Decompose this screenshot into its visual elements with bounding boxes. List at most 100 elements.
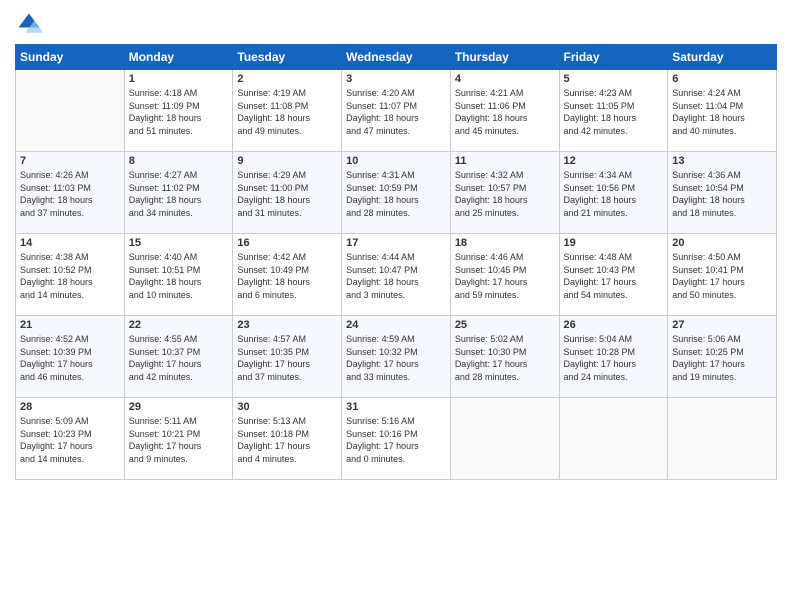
calendar-cell: 8 Sunrise: 4:27 AM Sunset: 11:02 PM Dayli… <box>124 152 233 234</box>
day-info: Sunrise: 4:48 AM Sunset: 10:43 PM Daylig… <box>564 251 664 301</box>
day-info: Sunrise: 4:36 AM Sunset: 10:54 PM Daylig… <box>672 169 772 219</box>
weekday-header-tuesday: Tuesday <box>233 45 342 70</box>
day-info: Sunrise: 4:26 AM Sunset: 11:03 PM Daylig… <box>20 169 120 219</box>
day-number: 14 <box>20 237 120 249</box>
day-info: Sunrise: 4:55 AM Sunset: 10:37 PM Daylig… <box>129 333 229 383</box>
calendar-cell: 4Sunrise: 4:21 AM Sunset: 11:06 PM Dayli… <box>450 70 559 152</box>
day-number: 29 <box>129 401 229 413</box>
day-number: 24 <box>346 319 446 331</box>
day-number: 30 <box>237 401 337 413</box>
page: SundayMondayTuesdayWednesdayThursdayFrid… <box>0 0 792 612</box>
day-number: 19 <box>564 237 664 249</box>
calendar-week-row: 14 Sunrise: 4:38 AM Sunset: 10:52 PM Dayl… <box>16 234 777 316</box>
day-number: 8 <box>129 155 229 167</box>
day-info: Sunrise: 4:42 AM Sunset: 10:49 PM Daylig… <box>237 251 337 301</box>
calendar-cell: 13 Sunrise: 4:36 AM Sunset: 10:54 PM Dayl… <box>668 152 777 234</box>
day-info: Sunrise: 4:23 AM Sunset: 11:05 PM Daylig… <box>564 87 664 137</box>
calendar-cell: 19 Sunrise: 4:48 AM Sunset: 10:43 PM Dayl… <box>559 234 668 316</box>
day-info: Sunrise: 4:24 AM Sunset: 11:04 PM Daylig… <box>672 87 772 137</box>
day-number: 17 <box>346 237 446 249</box>
logo-icon <box>15 10 43 38</box>
day-info: Sunrise: 5:04 AM Sunset: 10:28 PM Daylig… <box>564 333 664 383</box>
calendar-cell: 31Sunrise: 5:16 AM Sunset: 10:16 PM Dayl… <box>342 398 451 480</box>
calendar-cell <box>16 70 125 152</box>
calendar-cell: 2 Sunrise: 4:19 AM Sunset: 11:08 PM Dayli… <box>233 70 342 152</box>
day-number: 7 <box>20 155 120 167</box>
calendar-cell: 29 Sunrise: 5:11 AM Sunset: 10:21 PM Dayl… <box>124 398 233 480</box>
calendar-cell: 11 Sunrise: 4:32 AM Sunset: 10:57 PM Dayl… <box>450 152 559 234</box>
weekday-header-monday: Monday <box>124 45 233 70</box>
calendar-cell: 27Sunrise: 5:06 AM Sunset: 10:25 PM Dayl… <box>668 316 777 398</box>
calendar-cell: 7 Sunrise: 4:26 AM Sunset: 11:03 PM Dayli… <box>16 152 125 234</box>
calendar-week-row: 28 Sunrise: 5:09 AM Sunset: 10:23 PM Dayl… <box>16 398 777 480</box>
calendar-week-row: 1 Sunrise: 4:18 AM Sunset: 11:09 PM Dayli… <box>16 70 777 152</box>
calendar-week-row: 7 Sunrise: 4:26 AM Sunset: 11:03 PM Dayli… <box>16 152 777 234</box>
calendar-cell <box>559 398 668 480</box>
calendar-cell: 22 Sunrise: 4:55 AM Sunset: 10:37 PM Dayl… <box>124 316 233 398</box>
calendar-cell: 24Sunrise: 4:59 AM Sunset: 10:32 PM Dayl… <box>342 316 451 398</box>
calendar-cell: 16 Sunrise: 4:42 AM Sunset: 10:49 PM Dayl… <box>233 234 342 316</box>
logo <box>15 10 47 38</box>
day-number: 15 <box>129 237 229 249</box>
day-info: Sunrise: 4:19 AM Sunset: 11:08 PM Daylig… <box>237 87 337 137</box>
day-info: Sunrise: 4:29 AM Sunset: 11:00 PM Daylig… <box>237 169 337 219</box>
day-info: Sunrise: 5:02 AM Sunset: 10:30 PM Daylig… <box>455 333 555 383</box>
day-number: 23 <box>237 319 337 331</box>
day-info: Sunrise: 4:20 AM Sunset: 11:07 PM Daylig… <box>346 87 446 137</box>
day-number: 6 <box>672 73 772 85</box>
day-number: 16 <box>237 237 337 249</box>
weekday-header-row: SundayMondayTuesdayWednesdayThursdayFrid… <box>16 45 777 70</box>
calendar-cell: 18Sunrise: 4:46 AM Sunset: 10:45 PM Dayl… <box>450 234 559 316</box>
day-number: 1 <box>129 73 229 85</box>
calendar-cell: 3Sunrise: 4:20 AM Sunset: 11:07 PM Dayli… <box>342 70 451 152</box>
day-number: 11 <box>455 155 555 167</box>
weekday-header-saturday: Saturday <box>668 45 777 70</box>
day-number: 10 <box>346 155 446 167</box>
day-number: 21 <box>20 319 120 331</box>
day-number: 28 <box>20 401 120 413</box>
calendar-cell: 10 Sunrise: 4:31 AM Sunset: 10:59 PM Dayl… <box>342 152 451 234</box>
weekday-header-friday: Friday <box>559 45 668 70</box>
day-info: Sunrise: 4:27 AM Sunset: 11:02 PM Daylig… <box>129 169 229 219</box>
day-number: 13 <box>672 155 772 167</box>
day-number: 12 <box>564 155 664 167</box>
calendar-cell: 30 Sunrise: 5:13 AM Sunset: 10:18 PM Dayl… <box>233 398 342 480</box>
calendar-cell: 9Sunrise: 4:29 AM Sunset: 11:00 PM Dayli… <box>233 152 342 234</box>
day-info: Sunrise: 4:34 AM Sunset: 10:56 PM Daylig… <box>564 169 664 219</box>
day-number: 18 <box>455 237 555 249</box>
day-info: Sunrise: 4:18 AM Sunset: 11:09 PM Daylig… <box>129 87 229 137</box>
day-info: Sunrise: 4:57 AM Sunset: 10:35 PM Daylig… <box>237 333 337 383</box>
day-info: Sunrise: 4:32 AM Sunset: 10:57 PM Daylig… <box>455 169 555 219</box>
day-info: Sunrise: 4:40 AM Sunset: 10:51 PM Daylig… <box>129 251 229 301</box>
day-info: Sunrise: 4:21 AM Sunset: 11:06 PM Daylig… <box>455 87 555 137</box>
day-info: Sunrise: 4:44 AM Sunset: 10:47 PM Daylig… <box>346 251 446 301</box>
day-info: Sunrise: 5:06 AM Sunset: 10:25 PM Daylig… <box>672 333 772 383</box>
day-number: 26 <box>564 319 664 331</box>
header <box>15 10 777 38</box>
calendar-cell: 23 Sunrise: 4:57 AM Sunset: 10:35 PM Dayl… <box>233 316 342 398</box>
day-info: Sunrise: 4:50 AM Sunset: 10:41 PM Daylig… <box>672 251 772 301</box>
day-number: 25 <box>455 319 555 331</box>
calendar-cell: 26 Sunrise: 5:04 AM Sunset: 10:28 PM Dayl… <box>559 316 668 398</box>
day-number: 2 <box>237 73 337 85</box>
day-info: Sunrise: 5:11 AM Sunset: 10:21 PM Daylig… <box>129 415 229 465</box>
calendar-cell: 17 Sunrise: 4:44 AM Sunset: 10:47 PM Dayl… <box>342 234 451 316</box>
day-info: Sunrise: 4:31 AM Sunset: 10:59 PM Daylig… <box>346 169 446 219</box>
calendar-cell <box>450 398 559 480</box>
day-info: Sunrise: 4:38 AM Sunset: 10:52 PM Daylig… <box>20 251 120 301</box>
calendar-cell: 6 Sunrise: 4:24 AM Sunset: 11:04 PM Dayli… <box>668 70 777 152</box>
day-number: 5 <box>564 73 664 85</box>
day-number: 22 <box>129 319 229 331</box>
calendar-cell: 14 Sunrise: 4:38 AM Sunset: 10:52 PM Dayl… <box>16 234 125 316</box>
calendar-table: SundayMondayTuesdayWednesdayThursdayFrid… <box>15 44 777 480</box>
weekday-header-thursday: Thursday <box>450 45 559 70</box>
day-info: Sunrise: 5:09 AM Sunset: 10:23 PM Daylig… <box>20 415 120 465</box>
calendar-week-row: 21Sunrise: 4:52 AM Sunset: 10:39 PM Dayl… <box>16 316 777 398</box>
calendar-cell: 25 Sunrise: 5:02 AM Sunset: 10:30 PM Dayl… <box>450 316 559 398</box>
calendar-cell: 20Sunrise: 4:50 AM Sunset: 10:41 PM Dayl… <box>668 234 777 316</box>
calendar-cell: 28 Sunrise: 5:09 AM Sunset: 10:23 PM Dayl… <box>16 398 125 480</box>
weekday-header-sunday: Sunday <box>16 45 125 70</box>
day-info: Sunrise: 5:13 AM Sunset: 10:18 PM Daylig… <box>237 415 337 465</box>
calendar-cell: 12 Sunrise: 4:34 AM Sunset: 10:56 PM Dayl… <box>559 152 668 234</box>
day-number: 31 <box>346 401 446 413</box>
